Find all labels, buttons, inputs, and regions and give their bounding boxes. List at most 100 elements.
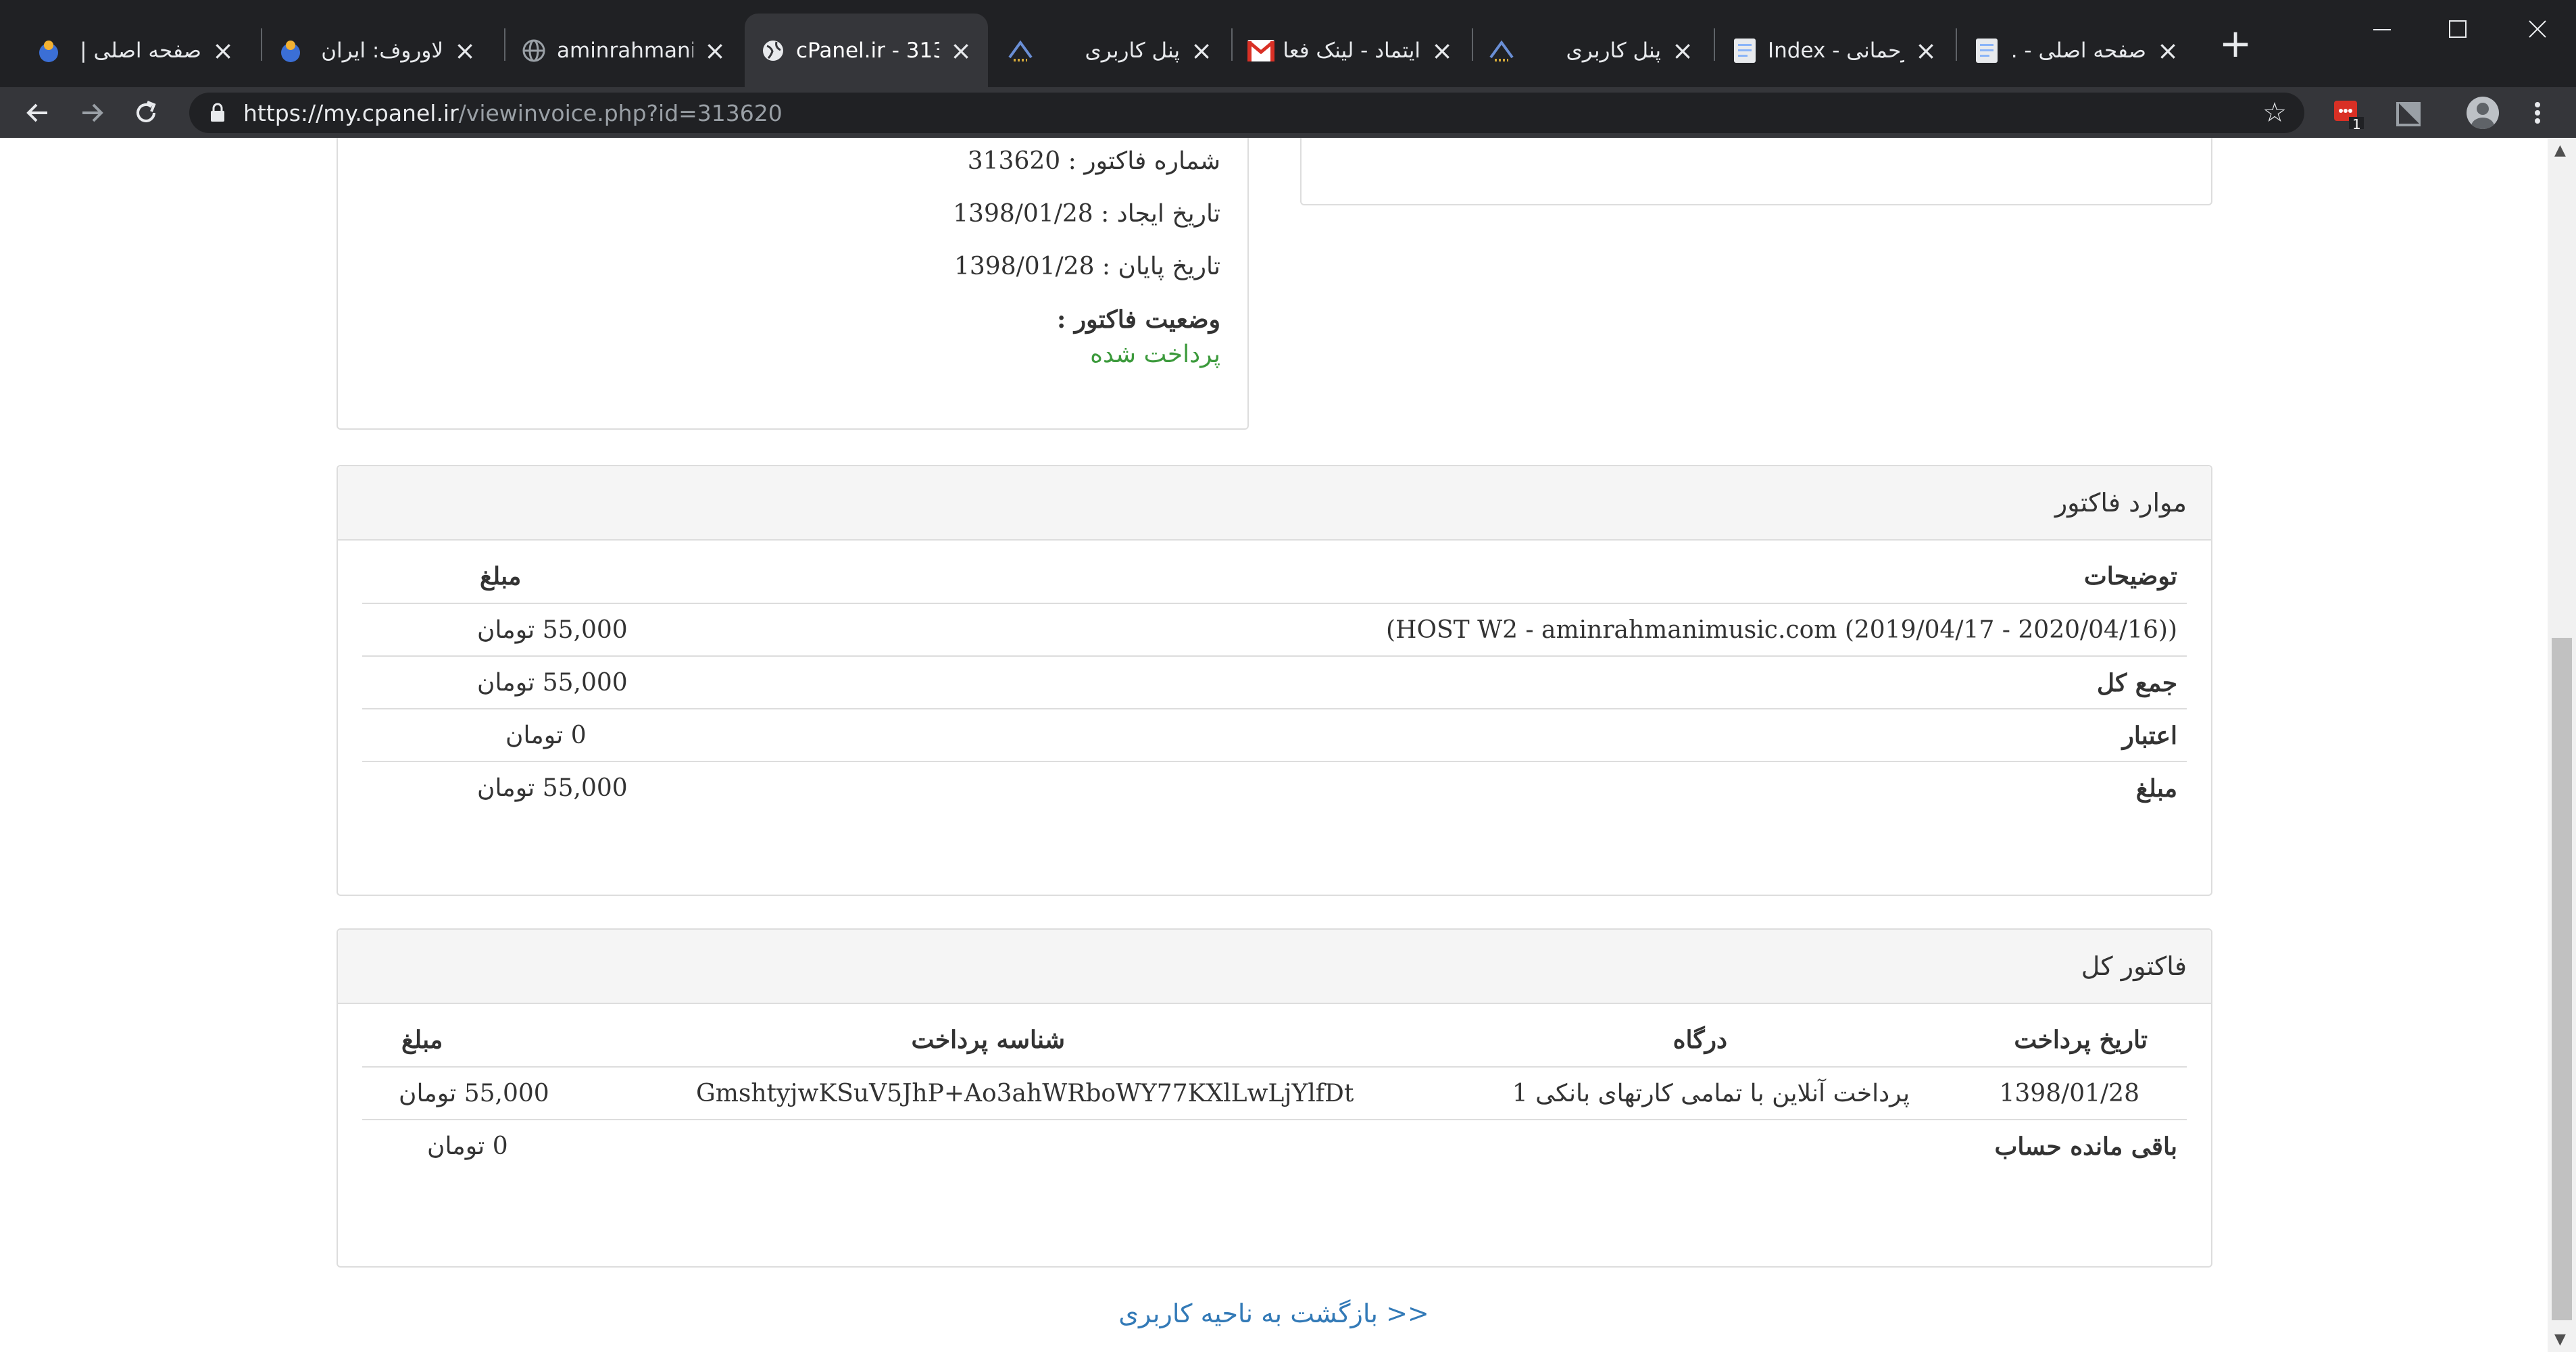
tab-title: پنل کاربری xyxy=(1085,38,1180,63)
scroll-up-arrow-icon[interactable]: ▲ xyxy=(2554,142,2566,159)
total-label: جمع کل xyxy=(2096,669,2177,697)
item-description: (HOST W2 - aminrahmanimusic.com (2019/04… xyxy=(1386,616,2177,644)
tab-close-icon[interactable]: × xyxy=(949,38,973,64)
minimize-icon xyxy=(2373,29,2391,30)
table-row: 1398/01/28 پرداخت آنلاین با تمامی کارتها… xyxy=(362,1066,2187,1119)
scroll-down-arrow-icon[interactable]: ▼ xyxy=(2554,1331,2566,1348)
table-header-row: تاریخ پرداخت درگاه شناسه پرداخت مبلغ xyxy=(362,1013,2187,1066)
browser-menu-icon[interactable] xyxy=(2527,93,2548,133)
site-logo-icon xyxy=(1488,37,1515,64)
balance-label: باقی مانده حساب xyxy=(1994,1132,2177,1161)
globe-icon xyxy=(520,37,547,64)
tab-divider xyxy=(1956,28,1957,61)
balance-value: 0 تومان xyxy=(427,1132,508,1160)
invoice-info-panel: شماره فاکتور : 313620 تاریخ ایجاد : 1398… xyxy=(337,138,1249,430)
browser-tab[interactable]: ایتماد - لینک فعال × xyxy=(1233,14,1469,87)
table-header-row: توضیحات مبلغ xyxy=(362,550,2187,603)
browser-tab[interactable]: صفحه اصلی - ... × xyxy=(1958,14,2195,87)
extension-icon[interactable] xyxy=(2394,98,2425,129)
table-row: (HOST W2 - aminrahmanimusic.com (2019/04… xyxy=(362,603,2187,655)
forward-button[interactable] xyxy=(72,93,112,133)
invoice-due-date: تاریخ پایان : 1398/01/28 xyxy=(953,253,1220,280)
back-to-client-area-link[interactable]: << بازگشت به ناحیه کاربری xyxy=(0,1299,2548,1328)
invoice-status-value: پرداخت شده xyxy=(1090,341,1220,368)
close-window-button[interactable] xyxy=(2507,9,2568,50)
browser-tab[interactable]: Index - رحمانی × xyxy=(1716,14,1953,87)
url-path: /viewinvoice.php?id=313620 xyxy=(458,99,783,126)
maximize-button[interactable] xyxy=(2427,9,2488,50)
site-logo-icon xyxy=(1007,37,1034,64)
transaction-amount: 55,000 تومان xyxy=(399,1080,549,1107)
reload-icon xyxy=(137,101,156,122)
browser-tab[interactable]: پنل کاربری × xyxy=(1473,14,1710,87)
credit-label: اعتبار xyxy=(2122,722,2177,750)
profile-avatar-icon[interactable] xyxy=(2467,97,2499,129)
scrollbar-thumb[interactable] xyxy=(2552,638,2572,1320)
table-row-amount: مبلغ 55,000 تومان xyxy=(362,761,2187,813)
transaction-gateway: پرداخت آنلاین با تمامی کارتهای بانکی 1 xyxy=(1512,1080,1910,1107)
browser-tab-active[interactable]: cPanel.ir - 313620 × xyxy=(745,14,988,87)
arrow-left-icon xyxy=(26,103,47,122)
arrow-right-icon xyxy=(82,103,103,122)
tab-close-icon[interactable]: × xyxy=(1430,38,1454,64)
invoice-items-panel: موارد فاکتور توضیحات مبلغ (HOST W2 - ami… xyxy=(337,465,2212,896)
column-header-payment-date: تاریخ پرداخت xyxy=(2014,1026,2148,1054)
table-row-balance: باقی مانده حساب 0 تومان xyxy=(362,1119,2187,1172)
close-icon xyxy=(2529,20,2546,38)
tab-title: Index - رحمانی xyxy=(1768,38,1904,63)
tab-title: صفحه اصلی | ... xyxy=(72,38,201,63)
back-button[interactable] xyxy=(18,93,58,133)
lock-icon[interactable] xyxy=(204,103,231,123)
column-header-amount: مبلغ xyxy=(401,1026,443,1054)
tab-close-icon[interactable]: × xyxy=(1914,38,1938,64)
invoice-status-label: وضعیت فاکتور : xyxy=(1056,305,1220,334)
page-scrollbar[interactable]: ▲ ▼ xyxy=(2548,138,2576,1352)
tab-title: لاوروف: ایران و xyxy=(314,38,443,63)
tab-close-icon[interactable]: × xyxy=(211,38,235,64)
credit-value: 0 تومان xyxy=(505,722,587,749)
tab-close-icon[interactable]: × xyxy=(2156,38,2180,64)
tab-close-icon[interactable]: × xyxy=(1670,38,1695,64)
browser-tab[interactable]: aminrahmanimusic × xyxy=(505,14,742,87)
extension-notification-icon[interactable]: 1 xyxy=(2333,98,2364,132)
site-favicon-icon xyxy=(35,37,62,64)
panel-heading: موارد فاکتور xyxy=(338,466,2211,541)
tab-title: صفحه اصلی - ... xyxy=(2010,38,2146,63)
browser-toolbar: https://my.cpanel.ir/viewinvoice.php?id=… xyxy=(0,87,2576,138)
transaction-date: 1398/01/28 xyxy=(1999,1080,2140,1107)
new-tab-button[interactable]: + xyxy=(2216,24,2254,64)
panel-title: موارد فاکتور xyxy=(2054,488,2187,518)
url-text: https://my.cpanel.ir/viewinvoice.php?id=… xyxy=(243,100,783,126)
tab-title: cPanel.ir - 313620 xyxy=(796,38,939,63)
browser-tab[interactable]: پنل کاربری × xyxy=(992,14,1229,87)
site-favicon-icon xyxy=(277,37,304,64)
extension-badge: 1 xyxy=(2352,116,2361,132)
invoice-number: شماره فاکتور : 313620 xyxy=(967,147,1220,175)
transactions-panel: فاکتور کل تاریخ پرداخت درگاه شناسه پرداخ… xyxy=(337,928,2212,1268)
column-header-amount: مبلغ xyxy=(480,562,522,591)
maximize-icon xyxy=(2449,20,2467,38)
tab-close-icon[interactable]: × xyxy=(1189,38,1214,64)
browser-tab[interactable]: لاوروف: ایران و × xyxy=(262,14,492,87)
tab-title: پنل کاربری xyxy=(1566,38,1661,63)
table-row-credit: اعتبار 0 تومان xyxy=(362,708,2187,761)
browser-tab[interactable]: صفحه اصلی | ... × xyxy=(20,14,250,87)
url-host: https://my.cpanel.ir xyxy=(243,99,459,126)
transaction-id: GmshtyjwKSuV5JhP+Ao3ahWRboWY77KXlLwLjYlf… xyxy=(696,1080,1354,1107)
amount-label: مبلغ xyxy=(2135,774,2177,803)
bookmark-star-icon[interactable]: ☆ xyxy=(2262,97,2287,129)
total-value: 55,000 تومان xyxy=(477,669,628,697)
column-header-transaction-id: شناسه پرداخت xyxy=(911,1026,1065,1054)
minimize-button[interactable] xyxy=(2352,9,2412,50)
globe-icon xyxy=(760,37,787,64)
tab-title: ایتماد - لینک فعال xyxy=(1284,38,1420,63)
reload-button[interactable] xyxy=(126,93,166,133)
tab-close-icon[interactable]: × xyxy=(453,38,477,64)
tab-close-icon[interactable]: × xyxy=(703,38,727,64)
gmail-icon xyxy=(1247,37,1274,64)
document-icon xyxy=(1973,37,2000,64)
tab-divider xyxy=(1714,28,1715,61)
address-bar[interactable]: https://my.cpanel.ir/viewinvoice.php?id=… xyxy=(189,93,2304,133)
amount-value: 55,000 تومان xyxy=(477,774,628,802)
invoice-created-date: تاریخ ایجاد : 1398/01/28 xyxy=(953,200,1220,228)
